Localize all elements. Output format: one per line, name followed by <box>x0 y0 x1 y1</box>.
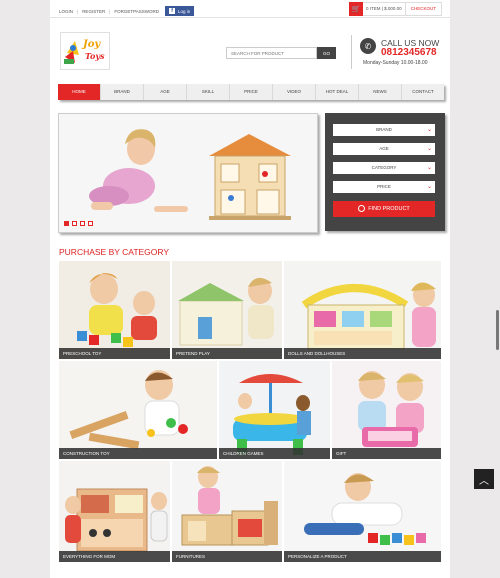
nav-contact[interactable]: CONTACT <box>402 84 444 100</box>
nav-brand[interactable]: BRAND <box>101 84 144 100</box>
category-tile-personalize-a-product[interactable]: PERSONALIZE A PRODUCT <box>283 460 442 563</box>
category-label: PERSONALIZE A PRODUCT <box>284 551 441 562</box>
category-tile-furnitures[interactable]: FURNITURES <box>171 460 283 563</box>
brand-select-label: BRAND <box>376 127 392 132</box>
slider-dot[interactable] <box>72 221 77 226</box>
category-tile-construction-toy[interactable]: CONSTRUCTION TOY <box>58 360 218 460</box>
search-go-button[interactable]: GO <box>317 47 336 59</box>
chevron-up-icon: ︿ <box>479 475 489 487</box>
chevron-down-icon: ⌄ <box>426 184 432 190</box>
price-select-label: PRICE <box>377 184 391 189</box>
construction-toy-image <box>59 361 217 459</box>
category-tile-dolls-and-dollhouses[interactable]: DOLLS AND DOLLHOUSES <box>283 260 442 360</box>
price-select[interactable]: PRICE ⌄ <box>333 181 435 193</box>
chevron-down-icon: ⌄ <box>426 165 432 171</box>
divider: | <box>109 8 111 14</box>
nav-skill[interactable]: SKILL <box>187 84 230 100</box>
logo-text-toys: Toys <box>85 51 105 61</box>
divider: | <box>77 8 79 14</box>
category-tile-preschool-toy[interactable]: PRESCHOOL TOY <box>58 260 171 360</box>
slider-dot[interactable] <box>64 221 69 226</box>
facebook-icon: f <box>169 8 176 14</box>
gift-image <box>332 361 441 459</box>
hero-image <box>59 114 317 232</box>
category-tile-children-games[interactable]: CHILDREN GAMES <box>218 360 331 460</box>
children-games-image <box>219 361 330 459</box>
nav-price[interactable]: PRICE <box>230 84 273 100</box>
opening-hours: Monday-Sunday 10.00-18.00 <box>363 60 428 66</box>
login-link[interactable]: LOGIN <box>59 9 73 14</box>
cart-summary[interactable]: 0 ITEM | $.000.00 <box>363 2 405 16</box>
nav-hot-deal[interactable]: HOT DEAL <box>316 84 359 100</box>
furnitures-image <box>172 461 282 562</box>
slider-dots <box>64 221 93 226</box>
age-select-label: AGE <box>379 146 389 151</box>
category-label: DOLLS AND DOLLHOUSES <box>284 348 441 359</box>
category-tile-gift[interactable]: GIFT <box>331 360 442 460</box>
category-label: GIFT <box>332 448 441 459</box>
brand-select[interactable]: BRAND ⌄ <box>333 124 435 136</box>
main-nav: HOME BRAND AGE SKILL PRICE VIDEO HOT DEA… <box>58 84 444 100</box>
facebook-login-button[interactable]: f Log in <box>165 6 195 16</box>
facebook-login-label: Log in <box>178 8 191 14</box>
category-label: PRESCHOOL TOY <box>59 348 170 359</box>
everything-for-mom-image <box>59 461 170 562</box>
joy-toys-logo[interactable]: Joy Toys <box>60 32 110 70</box>
category-tile-pretend-play[interactable]: PRETEND PLAY <box>171 260 283 360</box>
chevron-down-icon: ⌄ <box>426 127 432 133</box>
pretend-play-image <box>172 261 282 359</box>
phone-icon: ✆ <box>360 38 376 54</box>
category-label: EVERYTHING FOR MOM <box>59 551 170 562</box>
category-select[interactable]: CATEGORY ⌄ <box>333 162 435 174</box>
account-links: LOGIN | REGISTER | FORGETPASSWORD f Log … <box>59 6 195 16</box>
find-product-button[interactable]: FIND PRODUCT <box>333 201 435 217</box>
back-to-top-button[interactable]: ︿ <box>474 469 494 489</box>
dolls-and-dollhouses-image <box>284 261 441 359</box>
product-finder: BRAND ⌄ AGE ⌄ CATEGORY ⌄ PRICE ⌄ FIND PRODUC… <box>325 113 445 231</box>
age-select[interactable]: AGE ⌄ <box>333 143 435 155</box>
personalize-a-product-image <box>284 461 441 562</box>
nav-age[interactable]: AGE <box>144 84 187 100</box>
chevron-down-icon: ⌄ <box>426 146 432 152</box>
search-icon <box>358 205 366 213</box>
nav-news[interactable]: NEWS <box>359 84 402 100</box>
search-bar: GO <box>226 47 336 59</box>
category-tile-everything-for-mom[interactable]: EVERYTHING FOR MOM <box>58 460 171 563</box>
header-divider <box>351 35 352 69</box>
nav-video[interactable]: VIDEO <box>273 84 316 100</box>
nav-home[interactable]: HOME <box>58 84 101 100</box>
category-label: CONSTRUCTION TOY <box>59 448 217 459</box>
cart-icon[interactable]: 🛒 <box>349 2 363 16</box>
page: LOGIN | REGISTER | FORGETPASSWORD f Log … <box>50 0 450 578</box>
category-label: CHILDREN GAMES <box>219 448 330 459</box>
cart[interactable]: 🛒 0 ITEM | $.000.00 CHECKOUT <box>349 2 442 16</box>
category-label: FURNITURES <box>172 551 282 562</box>
slider-dot[interactable] <box>80 221 85 226</box>
checkout-link[interactable]: CHECKOUT <box>404 2 442 16</box>
scrollbar-thumb[interactable] <box>496 310 499 350</box>
forget-password-link[interactable]: FORGETPASSWORD <box>114 9 159 14</box>
category-select-label: CATEGORY <box>371 165 397 170</box>
category-label: PRETEND PLAY <box>172 348 282 359</box>
logo-text-joy: Joy <box>83 39 101 50</box>
register-link[interactable]: REGISTER <box>82 9 105 14</box>
phone-number[interactable]: 0812345678 <box>381 47 437 58</box>
search-input[interactable] <box>226 47 317 59</box>
section-title: PURCHASE BY CATEGORY <box>59 247 170 257</box>
preschool-toy-image <box>59 261 170 359</box>
top-bar: LOGIN | REGISTER | FORGETPASSWORD f Log … <box>50 0 450 18</box>
slider-dot[interactable] <box>88 221 93 226</box>
find-product-label: FIND PRODUCT <box>368 206 410 212</box>
hero-slider[interactable] <box>58 113 318 233</box>
